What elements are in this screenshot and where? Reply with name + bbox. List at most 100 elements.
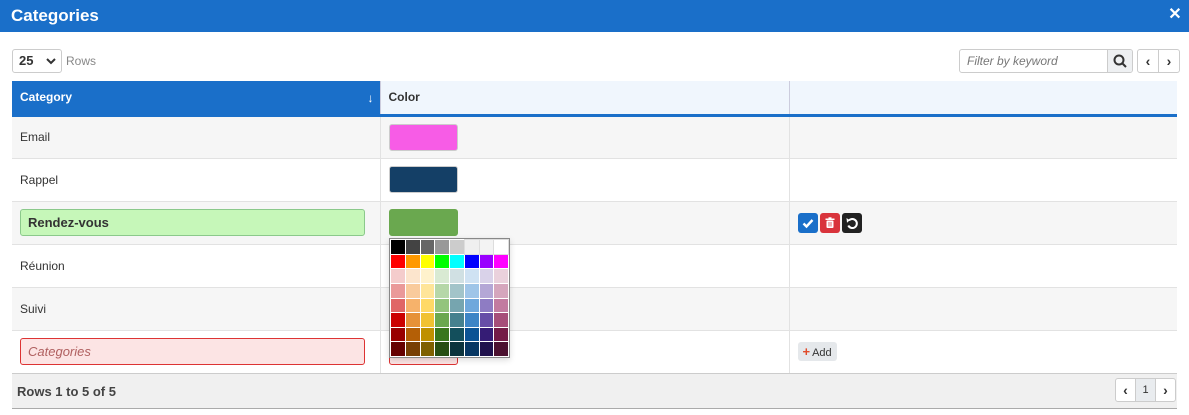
palette-color-cell[interactable] xyxy=(420,298,435,313)
add-button-label: Add xyxy=(812,347,832,359)
palette-color-cell[interactable] xyxy=(405,254,420,269)
palette-color-cell[interactable] xyxy=(479,313,494,327)
filter-box xyxy=(959,49,1133,73)
filter-input[interactable] xyxy=(960,50,1109,72)
rows-per-page-select[interactable]: 25 xyxy=(12,49,62,73)
table-row[interactable]: Suivi xyxy=(12,287,1177,331)
palette-color-cell[interactable] xyxy=(405,269,420,283)
palette-color-cell[interactable] xyxy=(450,269,464,283)
palette-color-cell[interactable] xyxy=(450,240,464,254)
palette-color-cell[interactable] xyxy=(435,298,449,313)
palette-color-cell[interactable] xyxy=(450,254,464,269)
palette-color-cell[interactable] xyxy=(435,254,449,269)
new-category-input[interactable] xyxy=(20,338,365,365)
palette-color-cell[interactable] xyxy=(450,283,464,298)
palette-color-cell[interactable] xyxy=(464,313,479,327)
palette-color-cell[interactable] xyxy=(479,254,494,269)
palette-color-cell[interactable] xyxy=(464,283,479,298)
palette-color-cell[interactable] xyxy=(494,254,508,269)
palette-color-cell[interactable] xyxy=(420,313,435,327)
delete-row-button[interactable] xyxy=(819,212,840,233)
palette-color-cell[interactable] xyxy=(435,313,449,327)
palette-color-cell[interactable] xyxy=(464,342,479,356)
palette-color-cell[interactable] xyxy=(391,327,405,342)
category-edit-input[interactable] xyxy=(20,209,365,236)
palette-color-cell[interactable] xyxy=(494,269,508,283)
palette-color-cell[interactable] xyxy=(435,269,449,283)
palette-color-cell[interactable] xyxy=(420,269,435,283)
next-page-button[interactable]: › xyxy=(1159,50,1179,72)
rows-label: Rows xyxy=(66,54,97,68)
palette-color-cell[interactable] xyxy=(405,240,420,254)
column-header-label: Color xyxy=(388,90,420,105)
close-icon[interactable]: ✕ xyxy=(1166,5,1184,25)
dialog-titlebar: Categories ✕ xyxy=(0,0,1189,32)
prev-page-button[interactable]: ‹ xyxy=(1116,379,1135,401)
chevron-down-icon xyxy=(46,58,56,65)
palette-color-cell[interactable] xyxy=(493,239,509,255)
palette-color-cell[interactable] xyxy=(405,283,420,298)
palette-color-cell[interactable] xyxy=(463,239,480,255)
palette-color-cell[interactable] xyxy=(494,342,508,356)
palette-color-cell[interactable] xyxy=(420,327,435,342)
column-header-color[interactable]: Color xyxy=(379,81,789,117)
actions-cell xyxy=(788,287,1177,331)
palette-color-cell[interactable] xyxy=(420,283,435,298)
sort-arrow-icon: ↓ xyxy=(367,91,374,105)
palette-color-cell[interactable] xyxy=(420,342,435,356)
palette-color-cell[interactable] xyxy=(464,254,479,269)
palette-color-cell[interactable] xyxy=(494,283,508,298)
palette-color-cell[interactable] xyxy=(405,342,420,356)
palette-color-cell[interactable] xyxy=(405,327,420,342)
palette-color-cell[interactable] xyxy=(479,298,494,313)
color-swatch[interactable] xyxy=(388,209,458,236)
palette-color-cell[interactable] xyxy=(479,327,494,342)
palette-color-cell[interactable] xyxy=(420,240,435,254)
table-row[interactable]: Réunion xyxy=(12,244,1177,288)
palette-color-cell[interactable] xyxy=(435,240,449,254)
palette-color-cell[interactable] xyxy=(420,254,435,269)
palette-color-cell[interactable] xyxy=(464,327,479,342)
table-row[interactable]: Rappel xyxy=(12,158,1177,202)
palette-color-cell[interactable] xyxy=(479,269,494,283)
page-number-button[interactable]: 1 xyxy=(1135,379,1156,401)
add-button[interactable]: + Add xyxy=(797,342,837,361)
column-header-category[interactable]: Category ↓ xyxy=(12,81,380,117)
color-swatch[interactable] xyxy=(388,166,458,193)
palette-color-cell[interactable] xyxy=(479,283,494,298)
save-row-button[interactable] xyxy=(797,212,818,233)
palette-color-cell[interactable] xyxy=(494,313,508,327)
palette-color-cell[interactable] xyxy=(464,298,479,313)
table-row-editing[interactable] xyxy=(12,201,1177,245)
palette-color-cell[interactable] xyxy=(405,298,420,313)
table-header-row: Category ↓ Color xyxy=(12,81,1177,117)
next-page-button[interactable]: › xyxy=(1156,379,1175,401)
palette-color-cell[interactable] xyxy=(435,342,449,356)
palette-color-cell[interactable] xyxy=(391,283,405,298)
prev-page-button[interactable]: ‹ xyxy=(1138,50,1159,72)
table-footer: Rows 1 to 5 of 5 xyxy=(12,373,1177,409)
palette-color-cell[interactable] xyxy=(450,298,464,313)
palette-color-cell[interactable] xyxy=(405,313,420,327)
search-button[interactable] xyxy=(1107,50,1132,72)
palette-color-cell[interactable] xyxy=(391,313,405,327)
palette-color-cell[interactable] xyxy=(391,240,405,254)
table-row[interactable]: Email xyxy=(12,115,1177,159)
new-row[interactable]: +Add xyxy=(12,330,1177,374)
palette-color-cell[interactable] xyxy=(464,269,479,283)
palette-color-cell[interactable] xyxy=(494,327,508,342)
palette-color-cell[interactable] xyxy=(391,342,405,356)
palette-color-cell[interactable] xyxy=(494,298,508,313)
palette-color-cell[interactable] xyxy=(435,283,449,298)
palette-color-cell[interactable] xyxy=(478,239,495,255)
palette-color-cell[interactable] xyxy=(450,313,464,327)
palette-color-cell[interactable] xyxy=(450,342,464,356)
palette-color-cell[interactable] xyxy=(391,269,405,283)
palette-color-cell[interactable] xyxy=(391,298,405,313)
undo-row-button[interactable] xyxy=(841,212,862,233)
palette-color-cell[interactable] xyxy=(479,342,494,356)
color-swatch[interactable] xyxy=(388,123,458,151)
palette-color-cell[interactable] xyxy=(450,327,464,342)
palette-color-cell[interactable] xyxy=(435,327,449,342)
palette-color-cell[interactable] xyxy=(391,254,405,269)
